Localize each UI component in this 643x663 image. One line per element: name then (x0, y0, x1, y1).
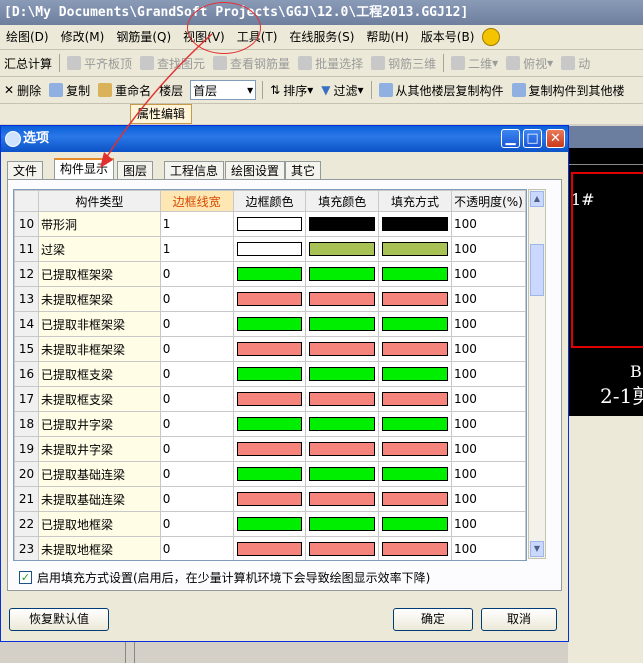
annotation-arrow-head (100, 152, 113, 168)
annotation-arrow (100, 33, 213, 168)
annotation-arrow-line (105, 33, 213, 159)
